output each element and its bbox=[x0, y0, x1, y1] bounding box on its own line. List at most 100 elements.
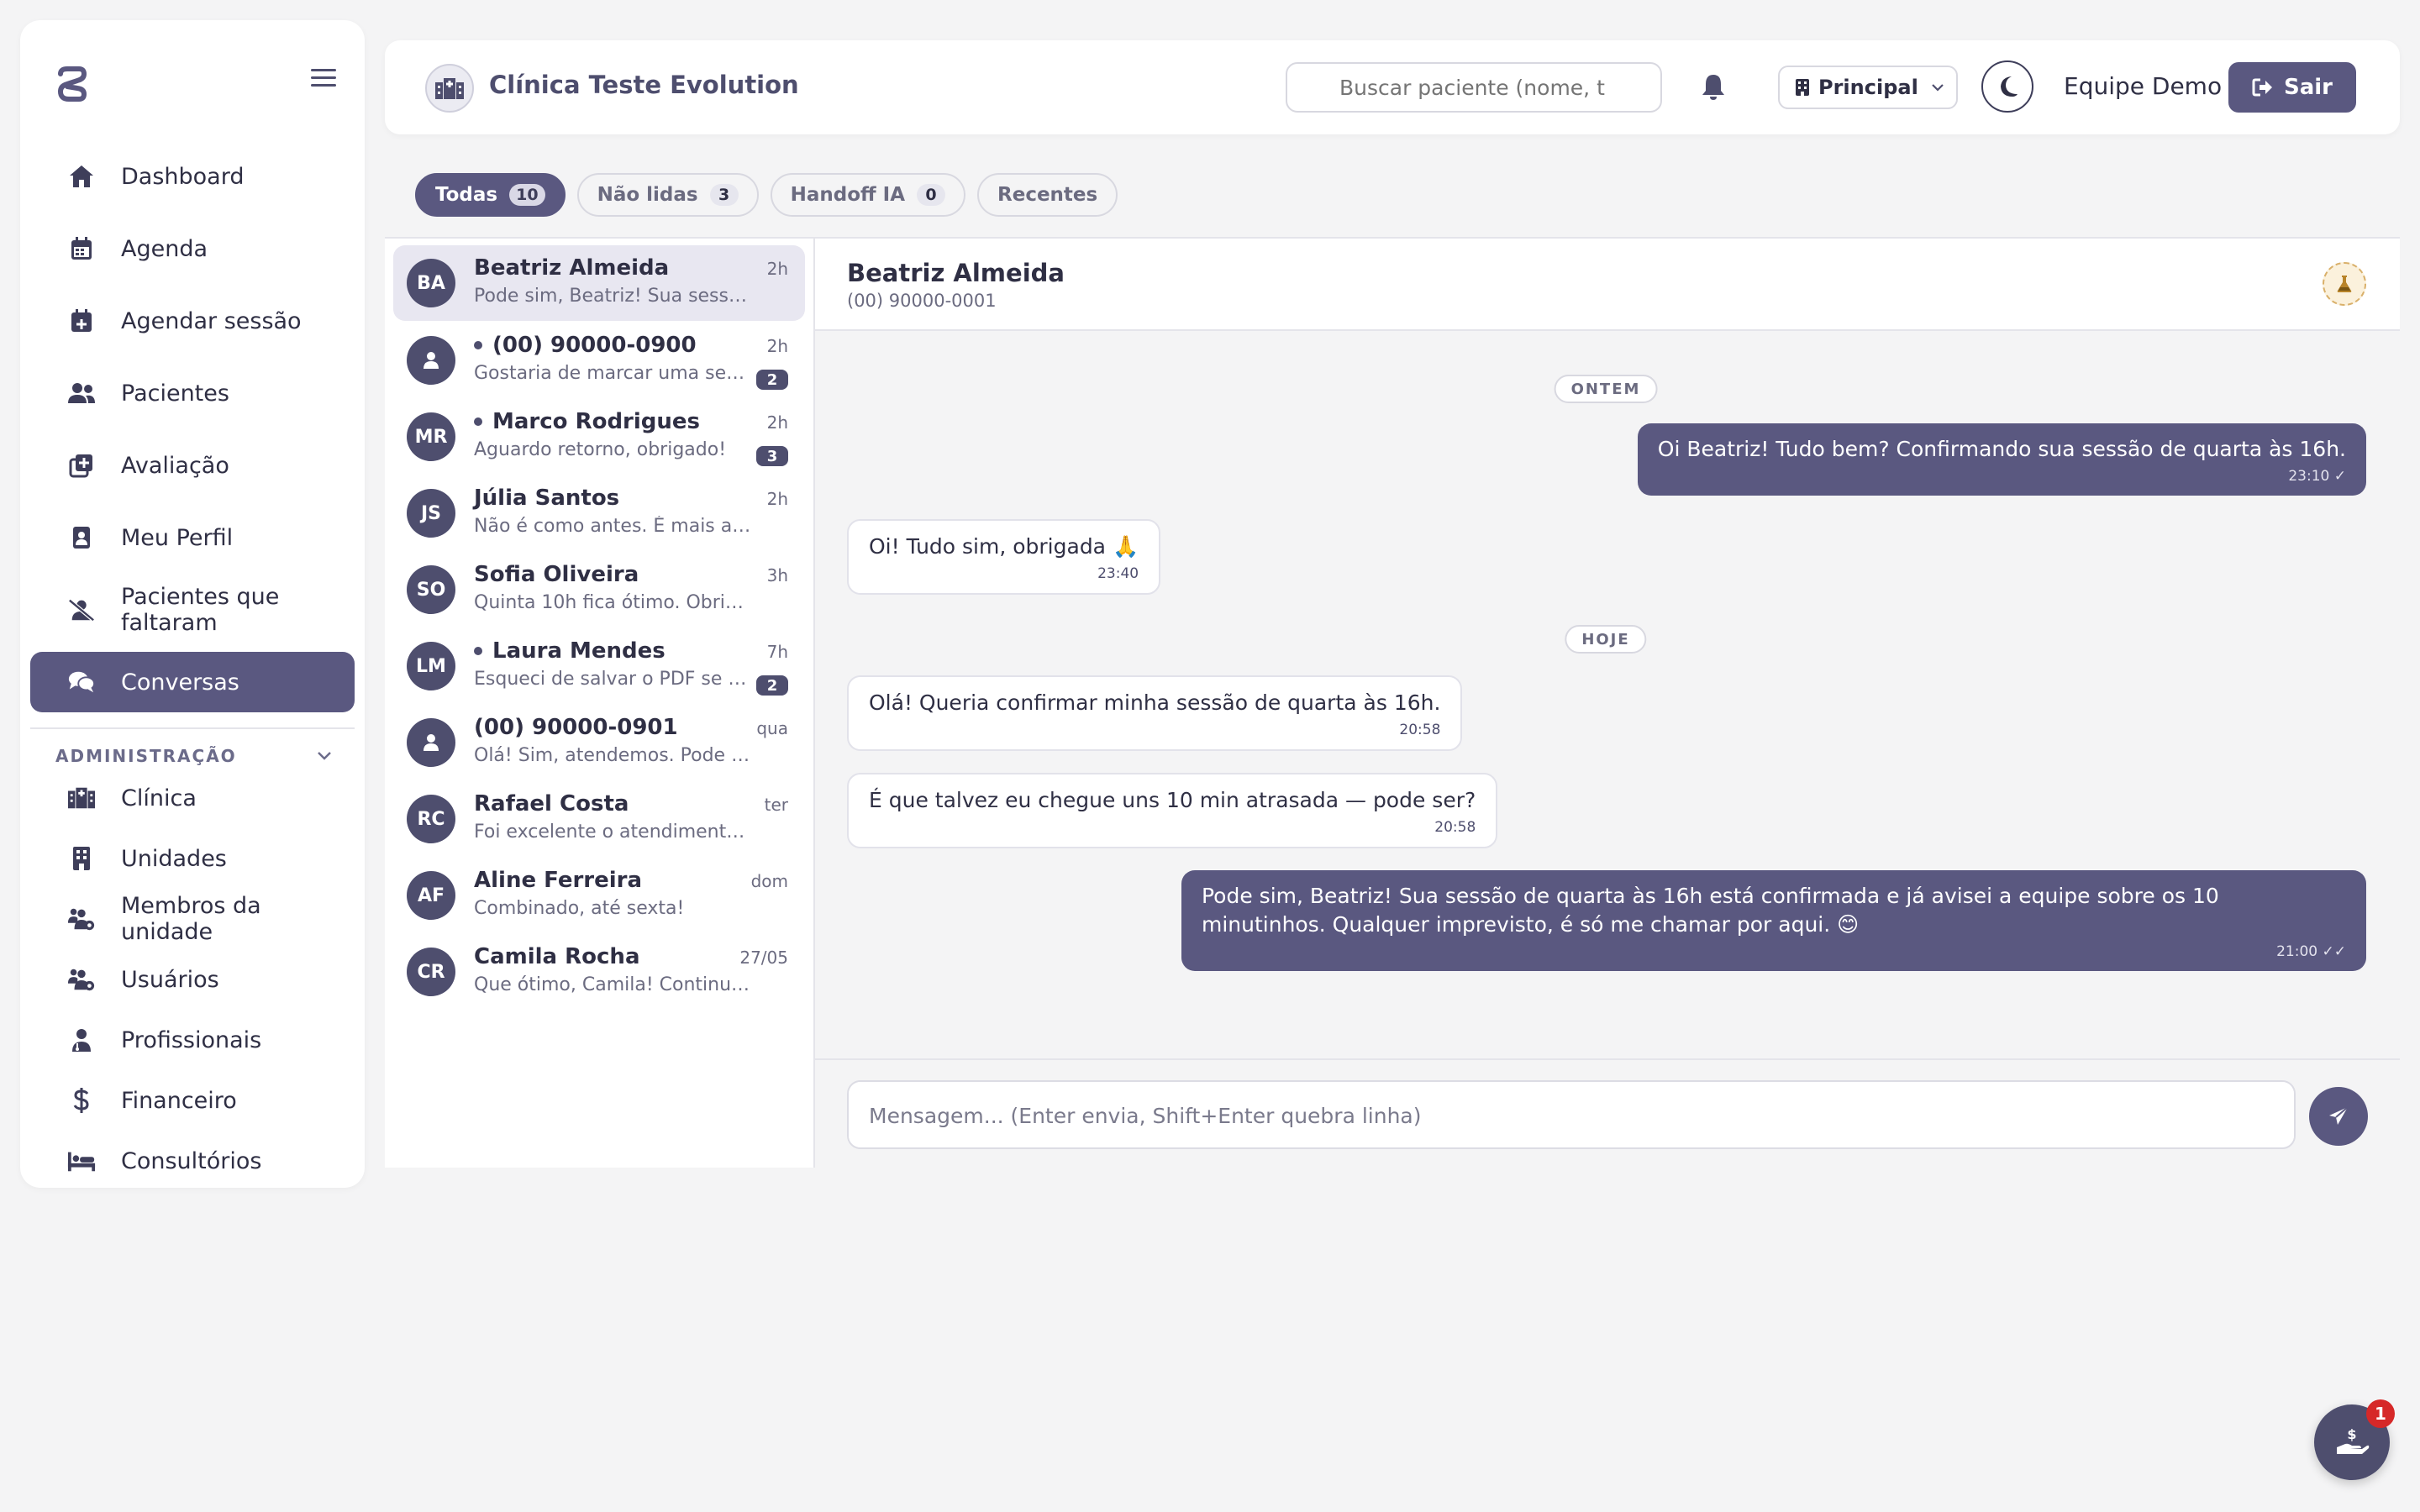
unread-badge: 2 bbox=[756, 675, 788, 696]
dollar-icon bbox=[67, 1086, 96, 1115]
tab-label: Handoff IA bbox=[790, 184, 906, 206]
nav-label: Usuários bbox=[121, 966, 219, 993]
nav-item-agendar-sessao[interactable]: Agendar sessão bbox=[30, 291, 355, 351]
finance-fab-button[interactable]: $ 1 bbox=[2314, 1399, 2395, 1480]
user-doctor-icon bbox=[67, 1026, 96, 1054]
avatar bbox=[407, 718, 455, 767]
avatar: RC bbox=[407, 795, 455, 843]
message-input[interactable] bbox=[847, 1080, 2296, 1149]
timestamp: ter bbox=[764, 795, 788, 815]
message-preview: Não é como antes. É mais agradável bbox=[474, 516, 751, 537]
message-preview: Esqueci de salvar o PDF se puder reenvia… bbox=[474, 669, 751, 690]
user-icon bbox=[424, 734, 439, 751]
flask-icon[interactable] bbox=[2323, 262, 2366, 306]
nav-label: Pacientes que faltaram bbox=[121, 584, 280, 636]
conversation-filter-tabs: Todas 10 Não lidas 3 Handoff IA 0 Recent… bbox=[415, 173, 1129, 217]
nav-label: Pacientes bbox=[121, 380, 229, 407]
avatar: JS bbox=[407, 489, 455, 538]
users-gear-icon bbox=[67, 905, 96, 933]
tab-recentes[interactable]: Recentes bbox=[977, 173, 1118, 217]
message-time: 23:10 ✓ bbox=[2288, 468, 2346, 485]
logout-label: Sair bbox=[2283, 75, 2333, 100]
timestamp: qua bbox=[756, 718, 788, 738]
nav-label: Conversas bbox=[121, 669, 239, 696]
timestamp: 3h bbox=[766, 565, 788, 585]
list-item[interactable]: BA Beatriz Almeida Pode sim, Beatriz! Su… bbox=[393, 245, 805, 321]
nav-label: Dashboard bbox=[121, 163, 245, 190]
message-preview: Olá! Sim, atendemos. Pode me passar bbox=[474, 745, 751, 766]
list-item[interactable]: SO Sofia Oliveira Quinta 10h fica ótimo.… bbox=[393, 552, 805, 627]
list-item[interactable]: JS Júlia Santos Não é como antes. É mais… bbox=[393, 475, 805, 551]
message-time: 20:58 bbox=[1434, 819, 1476, 836]
tab-label: Não lidas bbox=[597, 184, 698, 206]
tab-count: 0 bbox=[917, 184, 946, 206]
list-item[interactable]: RC Rafael Costa Foi excelente o atendime… bbox=[393, 781, 805, 857]
paper-plane-icon bbox=[2329, 1106, 2349, 1125]
building-icon bbox=[67, 844, 96, 873]
day-separator: ONTEM bbox=[1554, 375, 1658, 403]
contact-name: Sofia Oliveira bbox=[474, 562, 639, 587]
unit-select[interactable]: Principal bbox=[1778, 66, 1958, 109]
nav-label: Clínica bbox=[121, 785, 197, 811]
calendar-icon bbox=[67, 234, 96, 263]
menu-toggle-icon[interactable] bbox=[311, 69, 336, 89]
user-icon bbox=[424, 352, 439, 369]
sign-out-icon bbox=[2252, 78, 2272, 97]
nav-item-meu-perfil[interactable]: Meu Perfil bbox=[30, 507, 355, 568]
timestamp: 27/05 bbox=[739, 948, 788, 968]
message-text: É que talvez eu chegue uns 10 min atrasa… bbox=[869, 788, 1476, 812]
hand-dollar-icon: $ bbox=[2337, 1426, 2370, 1454]
app-logo[interactable] bbox=[54, 45, 121, 102]
nav-item-financeiro[interactable]: Financeiro bbox=[30, 1074, 355, 1127]
message-preview: Aguardo retorno, obrigado! bbox=[474, 439, 727, 460]
nav-item-consultorios[interactable]: Consultórios bbox=[30, 1134, 355, 1188]
hospital-icon bbox=[425, 64, 474, 113]
chat-icon bbox=[67, 668, 96, 696]
users-icon bbox=[67, 379, 96, 407]
message-time: 21:00 ✓✓ bbox=[2276, 943, 2346, 960]
hospital-icon bbox=[67, 784, 96, 812]
nav-item-unidades[interactable]: Unidades bbox=[30, 832, 355, 885]
tab-handoff-ia[interactable]: Handoff IA 0 bbox=[770, 173, 966, 217]
patient-search-input[interactable] bbox=[1286, 62, 1662, 113]
day-separator: HOJE bbox=[1565, 625, 1647, 654]
message-text: Pode sim, Beatriz! Sua sessão de quarta … bbox=[1202, 884, 2219, 937]
message-preview: Foi excelente o atendimento, obrigado bbox=[474, 822, 751, 843]
list-item[interactable]: AF Aline Ferreira Combinado, até sexta! … bbox=[393, 858, 805, 933]
sidebar: Dashboard Agenda Agendar sessão Paciente… bbox=[20, 20, 365, 1188]
nav-label: Meu Perfil bbox=[121, 524, 234, 551]
list-item[interactable]: (00) 90000-0900 Gostaria de marcar uma s… bbox=[393, 323, 805, 398]
admin-section-toggle[interactable]: ADMINISTRAÇÃO bbox=[30, 741, 355, 771]
nav-item-clinica[interactable]: Clínica bbox=[30, 771, 355, 825]
send-button[interactable] bbox=[2309, 1087, 2368, 1146]
avatar: LM bbox=[407, 642, 455, 690]
nav-item-agenda[interactable]: Agenda bbox=[30, 218, 355, 279]
contact-name: Aline Ferreira bbox=[474, 868, 643, 893]
theme-toggle-button[interactable] bbox=[1981, 60, 2033, 113]
tab-todas[interactable]: Todas 10 bbox=[415, 173, 566, 217]
nav-label: Unidades bbox=[121, 845, 227, 872]
tab-nao-lidas[interactable]: Não lidas 3 bbox=[576, 173, 759, 217]
moon-icon bbox=[2001, 76, 2018, 97]
nav-item-pacientes[interactable]: Pacientes bbox=[30, 363, 355, 423]
nav-item-profissionais[interactable]: Profissionais bbox=[30, 1013, 355, 1067]
nav-item-dashboard[interactable]: Dashboard bbox=[30, 146, 355, 207]
tab-label: Todas bbox=[435, 184, 498, 206]
nav-label: Profissionais bbox=[121, 1026, 262, 1053]
nav-item-usuarios[interactable]: Usuários bbox=[30, 953, 355, 1006]
list-item[interactable]: LM Laura Mendes Esqueci de salvar o PDF … bbox=[393, 628, 805, 704]
logout-button[interactable]: Sair bbox=[2228, 62, 2356, 113]
nav-item-pacientes-que-faltaram[interactable]: Pacientes que faltaram bbox=[30, 580, 355, 640]
contact-name: Laura Mendes bbox=[474, 638, 666, 664]
list-item[interactable]: CR Camila Rocha Que ótimo, Camila! Conti… bbox=[393, 934, 805, 1010]
bell-icon[interactable] bbox=[1699, 72, 1729, 102]
nav-item-membros-da-unidade[interactable]: Membros da unidade bbox=[30, 892, 355, 946]
list-item[interactable]: (00) 90000-0901 Olá! Sim, atendemos. Pod… bbox=[393, 705, 805, 780]
nav-item-conversas[interactable]: Conversas bbox=[30, 652, 355, 712]
avatar: MR bbox=[407, 412, 455, 461]
timestamp: dom bbox=[750, 871, 788, 891]
list-item[interactable]: MR Marco Rodrigues Aguardo retorno, obri… bbox=[393, 399, 805, 475]
nav-label: Avaliação bbox=[121, 452, 229, 479]
nav-item-avaliacao[interactable]: Avaliação bbox=[30, 435, 355, 496]
tab-count: 3 bbox=[709, 184, 739, 206]
